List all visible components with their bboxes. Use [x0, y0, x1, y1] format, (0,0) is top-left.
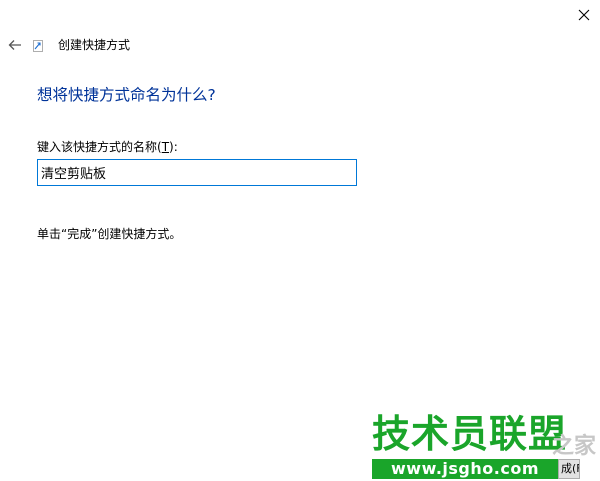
- finish-button[interactable]: 成(F): [558, 459, 580, 479]
- back-arrow-icon: [8, 40, 21, 50]
- watermark-side-text: 之家: [552, 434, 597, 459]
- name-field-label-suffix: ):: [169, 140, 178, 154]
- close-icon: [578, 9, 590, 21]
- name-field-label-prefix: 键入该快捷方式的名称(: [37, 140, 162, 154]
- back-button[interactable]: [4, 34, 26, 56]
- window-title: 创建快捷方式: [58, 38, 131, 52]
- shortcut-name-input[interactable]: [37, 159, 357, 186]
- close-button[interactable]: [570, 2, 598, 28]
- site-watermark: 技术员联盟 之家 www.jsgho.com 成(F): [372, 412, 600, 481]
- watermark-url: www.jsgho.com: [372, 459, 558, 479]
- name-field-label: 键入该快捷方式的名称(T):: [37, 139, 178, 155]
- page-heading: 想将快捷方式命名为什么?: [37, 86, 216, 104]
- name-field-label-accelerator: T: [161, 140, 170, 154]
- watermark-main-text: 技术员联盟: [372, 412, 568, 456]
- shortcut-wizard-icon: [33, 40, 43, 52]
- finish-hint-text: 单击“完成”创建快捷方式。: [37, 227, 182, 241]
- create-shortcut-window: 创建快捷方式 想将快捷方式命名为什么? 键入该快捷方式的名称(T): 单击“完成…: [0, 0, 600, 481]
